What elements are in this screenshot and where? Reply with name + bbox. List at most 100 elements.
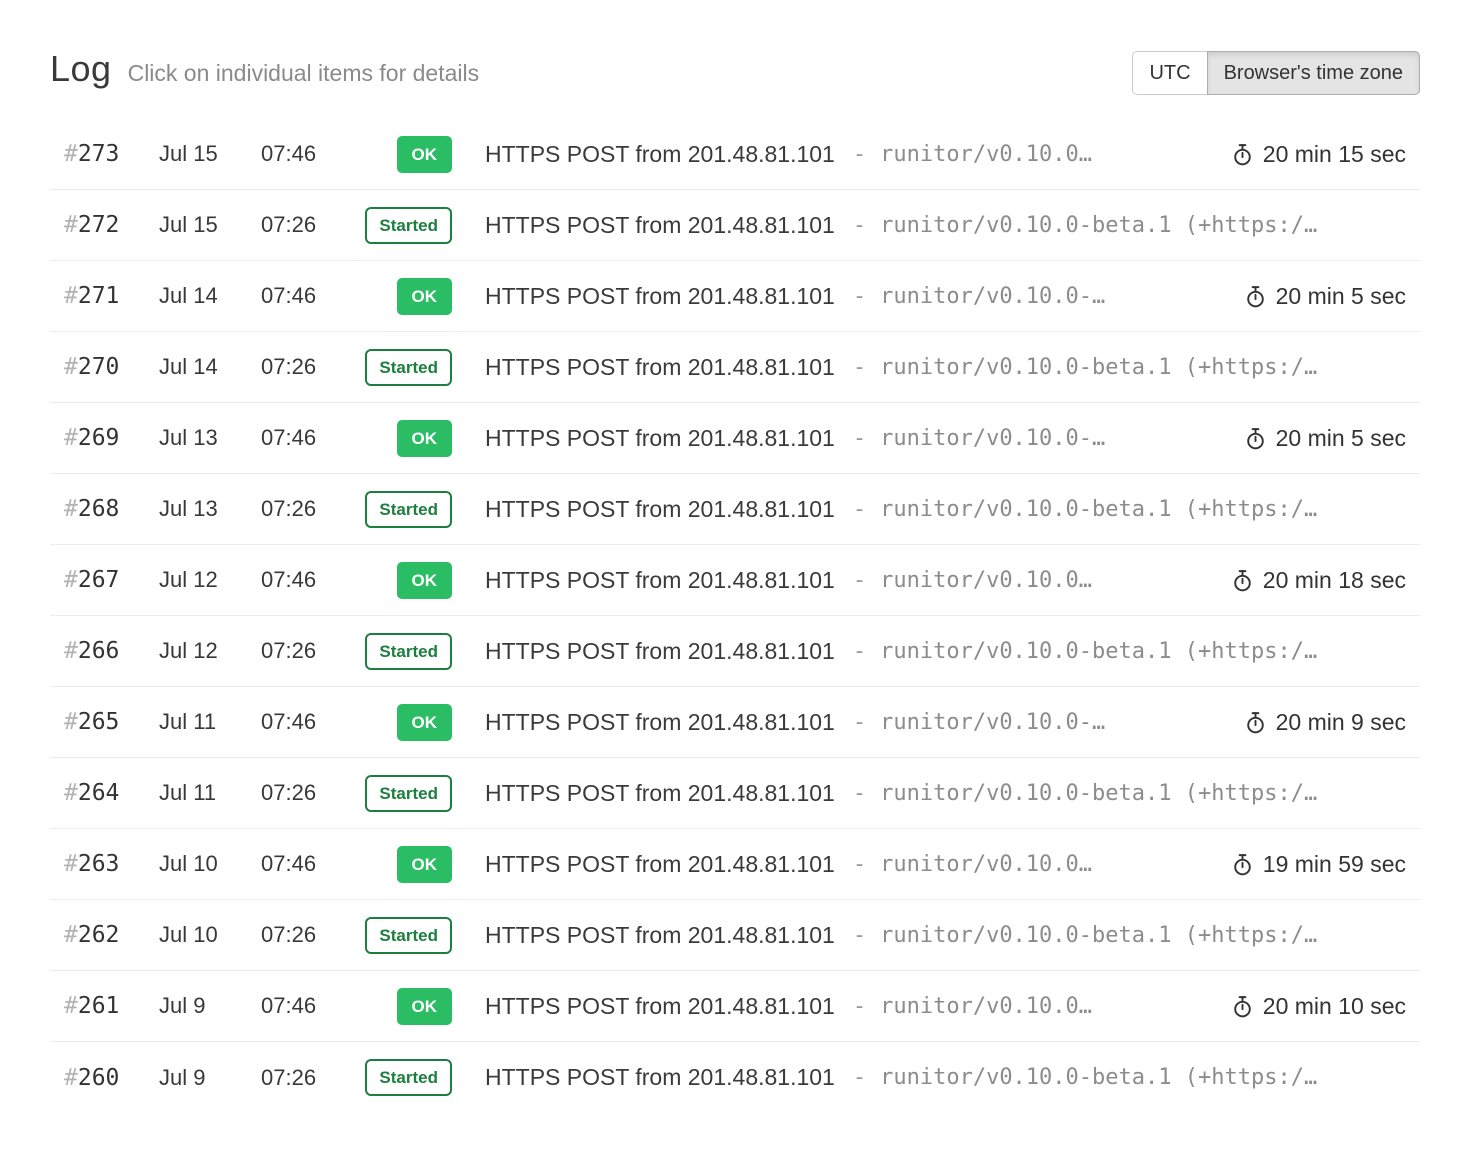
log-row[interactable]: #268 Jul 13 07:26 Started HTTPS POST fro… <box>50 474 1420 545</box>
status-badge: OK <box>397 846 453 883</box>
duration-text: 20 min 18 sec <box>1263 567 1406 594</box>
dash-separator: - <box>853 852 866 877</box>
user-agent-text: runitor/v0.10.0-… <box>880 710 1105 735</box>
ping-time: 07:46 <box>261 425 337 451</box>
ping-date: Jul 11 <box>159 709 261 735</box>
status-badge-cell: OK <box>337 278 452 315</box>
status-badge-cell: OK <box>337 846 452 883</box>
ping-time: 07:46 <box>261 709 337 735</box>
ping-detail: HTTPS POST from 201.48.81.101 - runitor/… <box>485 567 1213 594</box>
status-badge: Started <box>365 491 452 528</box>
ping-date: Jul 13 <box>159 425 261 451</box>
log-row[interactable]: #270 Jul 14 07:26 Started HTTPS POST fro… <box>50 332 1420 403</box>
event-text: HTTPS POST from 201.48.81.101 <box>485 780 835 807</box>
log-row[interactable]: #261 Jul 9 07:46 OK HTTPS POST from 201.… <box>50 971 1420 1042</box>
status-badge: OK <box>397 136 453 173</box>
duration-text: 20 min 15 sec <box>1263 141 1406 168</box>
ping-time: 07:46 <box>261 851 337 877</box>
hash-prefix: # <box>64 851 78 877</box>
ping-time: 07:46 <box>261 993 337 1019</box>
dash-separator: - <box>853 426 866 451</box>
ping-number: #268 <box>64 496 159 522</box>
ping-number: #267 <box>64 567 159 593</box>
duration: 20 min 9 sec <box>1226 709 1406 736</box>
ping-date: Jul 10 <box>159 922 261 948</box>
ping-date: Jul 12 <box>159 567 261 593</box>
hash-prefix: # <box>64 922 78 948</box>
ping-date: Jul 9 <box>159 993 261 1019</box>
status-badge-cell: OK <box>337 704 452 741</box>
ping-time: 07:46 <box>261 567 337 593</box>
utc-button[interactable]: UTC <box>1132 51 1207 95</box>
dash-separator: - <box>853 568 866 593</box>
ping-number: #270 <box>64 354 159 380</box>
duration: 20 min 18 sec <box>1213 567 1406 594</box>
status-badge-cell: OK <box>337 562 452 599</box>
user-agent-text: runitor/v0.10.0-beta.1 (+https:/… <box>880 213 1317 238</box>
ping-number: #272 <box>64 212 159 238</box>
status-badge-cell: Started <box>337 633 452 670</box>
ping-number: #273 <box>64 141 159 167</box>
log-table: #273 Jul 15 07:46 OK HTTPS POST from 201… <box>50 119 1420 1113</box>
ping-detail: HTTPS POST from 201.48.81.101 - runitor/… <box>485 993 1213 1020</box>
user-agent-text: runitor/v0.10.0-… <box>880 426 1105 451</box>
ping-date: Jul 14 <box>159 283 261 309</box>
log-row[interactable]: #263 Jul 10 07:46 OK HTTPS POST from 201… <box>50 829 1420 900</box>
user-agent-text: runitor/v0.10.0-beta.1 (+https:/… <box>880 639 1317 664</box>
dash-separator: - <box>853 1065 866 1090</box>
ping-time: 07:46 <box>261 283 337 309</box>
status-badge: Started <box>365 1059 452 1096</box>
ping-number: #265 <box>64 709 159 735</box>
ping-detail: HTTPS POST from 201.48.81.101 - runitor/… <box>485 496 1406 523</box>
status-badge-cell: Started <box>337 917 452 954</box>
stopwatch-icon <box>1231 143 1254 166</box>
ping-time: 07:26 <box>261 354 337 380</box>
event-text: HTTPS POST from 201.48.81.101 <box>485 851 835 878</box>
log-row[interactable]: #264 Jul 11 07:26 Started HTTPS POST fro… <box>50 758 1420 829</box>
log-row[interactable]: #260 Jul 9 07:26 Started HTTPS POST from… <box>50 1042 1420 1113</box>
ping-time: 07:26 <box>261 212 337 238</box>
dash-separator: - <box>853 213 866 238</box>
ping-time: 07:46 <box>261 141 337 167</box>
hash-prefix: # <box>64 780 78 806</box>
duration: 20 min 10 sec <box>1213 993 1406 1020</box>
status-badge-cell: Started <box>337 491 452 528</box>
event-text: HTTPS POST from 201.48.81.101 <box>485 425 835 452</box>
ping-number-value: 260 <box>78 1065 120 1091</box>
browser-timezone-button[interactable]: Browser's time zone <box>1207 51 1420 95</box>
log-row[interactable]: #266 Jul 12 07:26 Started HTTPS POST fro… <box>50 616 1420 687</box>
ping-number-value: 261 <box>78 993 120 1019</box>
duration-text: 20 min 9 sec <box>1276 709 1406 736</box>
ping-date: Jul 14 <box>159 354 261 380</box>
duration: 19 min 59 sec <box>1213 851 1406 878</box>
ping-number: #264 <box>64 780 159 806</box>
page-title: Log <box>50 48 112 90</box>
event-text: HTTPS POST from 201.48.81.101 <box>485 638 835 665</box>
dash-separator: - <box>853 142 866 167</box>
log-row[interactable]: #269 Jul 13 07:46 OK HTTPS POST from 201… <box>50 403 1420 474</box>
ping-detail: HTTPS POST from 201.48.81.101 - runitor/… <box>485 851 1213 878</box>
ping-detail: HTTPS POST from 201.48.81.101 - runitor/… <box>485 922 1406 949</box>
status-badge: OK <box>397 278 453 315</box>
event-text: HTTPS POST from 201.48.81.101 <box>485 496 835 523</box>
log-row[interactable]: #267 Jul 12 07:46 OK HTTPS POST from 201… <box>50 545 1420 616</box>
hash-prefix: # <box>64 425 78 451</box>
log-row[interactable]: #271 Jul 14 07:46 OK HTTPS POST from 201… <box>50 261 1420 332</box>
dash-separator: - <box>853 639 866 664</box>
stopwatch-icon <box>1244 427 1267 450</box>
ping-detail: HTTPS POST from 201.48.81.101 - runitor/… <box>485 283 1226 310</box>
dash-separator: - <box>853 994 866 1019</box>
hash-prefix: # <box>64 993 78 1019</box>
event-text: HTTPS POST from 201.48.81.101 <box>485 993 835 1020</box>
log-row[interactable]: #262 Jul 10 07:26 Started HTTPS POST fro… <box>50 900 1420 971</box>
ping-number-value: 270 <box>78 354 120 380</box>
log-row[interactable]: #265 Jul 11 07:46 OK HTTPS POST from 201… <box>50 687 1420 758</box>
duration: 20 min 5 sec <box>1226 283 1406 310</box>
hash-prefix: # <box>64 283 78 309</box>
ping-number-value: 269 <box>78 425 120 451</box>
ping-detail: HTTPS POST from 201.48.81.101 - runitor/… <box>485 780 1406 807</box>
duration-text: 20 min 10 sec <box>1263 993 1406 1020</box>
log-row[interactable]: #273 Jul 15 07:46 OK HTTPS POST from 201… <box>50 119 1420 190</box>
log-row[interactable]: #272 Jul 15 07:26 Started HTTPS POST fro… <box>50 190 1420 261</box>
ping-number-value: 272 <box>78 212 120 238</box>
